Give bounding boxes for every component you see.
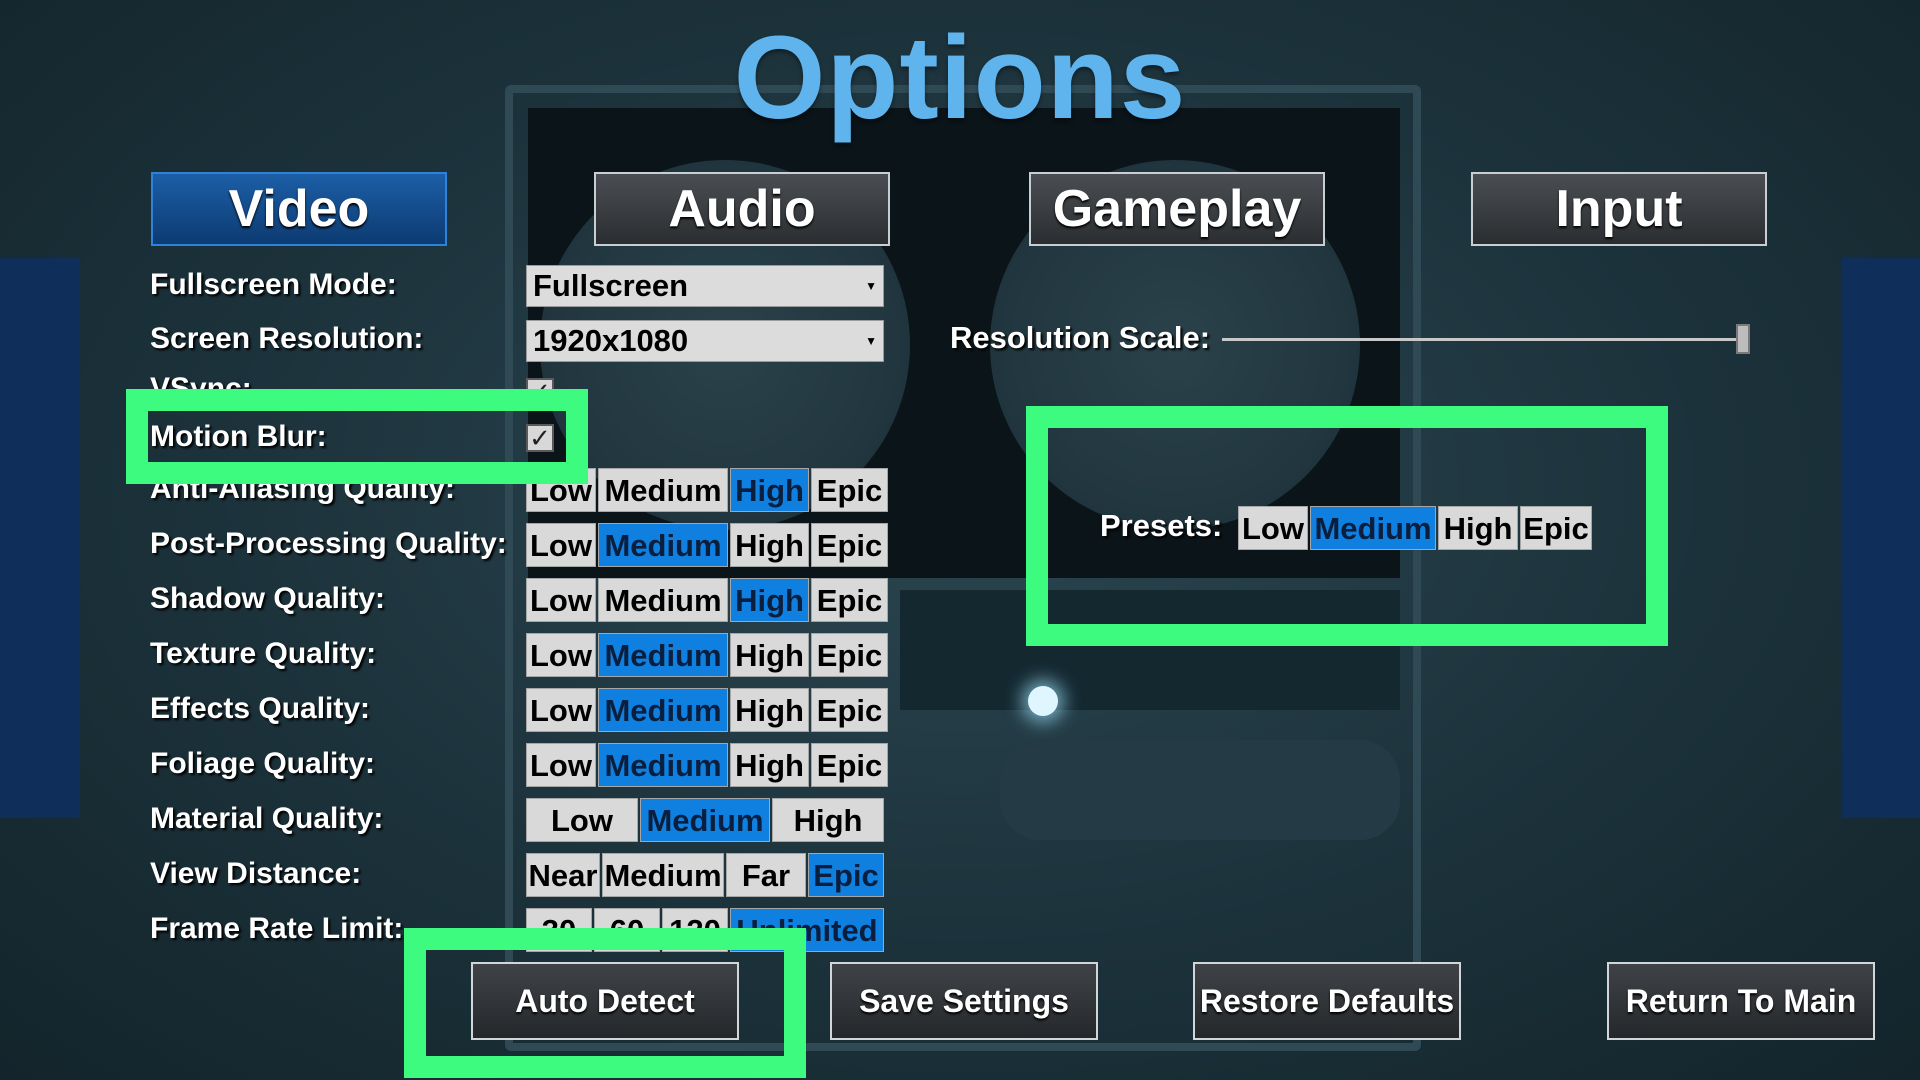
- fullscreen-mode-label: Fullscreen Mode:: [150, 268, 397, 301]
- resolution-scale-track[interactable]: [1222, 338, 1748, 341]
- left-wall-panel: [0, 258, 80, 818]
- option-epic[interactable]: Epic: [811, 468, 888, 512]
- option-high[interactable]: High: [730, 578, 809, 622]
- indicator-light: [1028, 686, 1058, 716]
- texture-quality-label: Texture Quality:: [150, 637, 377, 670]
- tab-video[interactable]: Video: [151, 172, 447, 246]
- highlight-motion-blur: [126, 389, 588, 484]
- option-medium[interactable]: Medium: [598, 688, 728, 732]
- material-quality-options: Low Medium High: [526, 798, 884, 842]
- option-epic[interactable]: Epic: [811, 578, 888, 622]
- option-low[interactable]: Low: [526, 523, 596, 567]
- shadow-quality-options: Low Medium High Epic: [526, 578, 888, 622]
- option-medium[interactable]: Medium: [598, 468, 728, 512]
- chevron-down-icon: ▼: [865, 334, 877, 348]
- right-wall-panel: [1842, 258, 1920, 818]
- option-high[interactable]: High: [730, 633, 809, 677]
- highlight-auto-detect: [404, 928, 806, 1078]
- page-title: Options: [733, 12, 1187, 144]
- pipe: [1000, 740, 1400, 840]
- effects-quality-label: Effects Quality:: [150, 692, 371, 725]
- option-near[interactable]: Near: [526, 853, 600, 897]
- view-distance-label: View Distance:: [150, 857, 362, 890]
- fullscreen-mode-value: Fullscreen: [533, 268, 689, 303]
- shadow-quality-label: Shadow Quality:: [150, 582, 386, 615]
- return-to-main-button[interactable]: Return To Main: [1607, 962, 1875, 1040]
- frame-rate-limit-label: Frame Rate Limit:: [150, 912, 404, 945]
- option-high[interactable]: High: [730, 743, 809, 787]
- material-quality-label: Material Quality:: [150, 802, 384, 835]
- save-settings-button[interactable]: Save Settings: [830, 962, 1098, 1040]
- post-processing-quality-options: Low Medium High Epic: [526, 523, 888, 567]
- option-epic[interactable]: Epic: [808, 853, 884, 897]
- tab-audio[interactable]: Audio: [594, 172, 890, 246]
- effects-quality-options: Low Medium High Epic: [526, 688, 888, 732]
- screen-resolution-dropdown[interactable]: 1920x1080 ▼: [526, 320, 884, 362]
- restore-defaults-button[interactable]: Restore Defaults: [1193, 962, 1461, 1040]
- option-high[interactable]: High: [730, 523, 809, 567]
- option-epic[interactable]: Epic: [811, 523, 888, 567]
- view-distance-options: Near Medium Far Epic: [526, 853, 884, 897]
- tab-gameplay[interactable]: Gameplay: [1029, 172, 1325, 246]
- resolution-scale-label: Resolution Scale:: [950, 320, 1211, 355]
- foliage-quality-label: Foliage Quality:: [150, 747, 376, 780]
- option-medium[interactable]: Medium: [598, 633, 728, 677]
- option-low[interactable]: Low: [526, 798, 638, 842]
- option-low[interactable]: Low: [526, 688, 596, 732]
- highlight-presets: [1026, 406, 1668, 646]
- option-medium[interactable]: Medium: [598, 523, 728, 567]
- option-epic[interactable]: Epic: [811, 688, 888, 732]
- option-medium[interactable]: Medium: [640, 798, 770, 842]
- screen-resolution-value: 1920x1080: [533, 323, 689, 358]
- option-high[interactable]: High: [730, 468, 809, 512]
- texture-quality-options: Low Medium High Epic: [526, 633, 888, 677]
- option-high[interactable]: High: [772, 798, 884, 842]
- fullscreen-mode-dropdown[interactable]: Fullscreen ▼: [526, 265, 884, 307]
- option-far[interactable]: Far: [726, 853, 806, 897]
- resolution-scale-thumb[interactable]: [1736, 324, 1750, 354]
- option-epic[interactable]: Epic: [811, 743, 888, 787]
- option-high[interactable]: High: [730, 688, 809, 732]
- option-low[interactable]: Low: [526, 633, 596, 677]
- foliage-quality-options: Low Medium High Epic: [526, 743, 888, 787]
- option-medium[interactable]: Medium: [598, 578, 728, 622]
- option-low[interactable]: Low: [526, 743, 596, 787]
- option-medium[interactable]: Medium: [598, 743, 728, 787]
- option-epic[interactable]: Epic: [811, 633, 888, 677]
- screen-resolution-label: Screen Resolution:: [150, 322, 424, 355]
- option-low[interactable]: Low: [526, 578, 596, 622]
- post-processing-quality-label: Post-Processing Quality:: [150, 527, 507, 560]
- tab-input[interactable]: Input: [1471, 172, 1767, 246]
- option-medium[interactable]: Medium: [602, 853, 724, 897]
- chevron-down-icon: ▼: [865, 279, 877, 293]
